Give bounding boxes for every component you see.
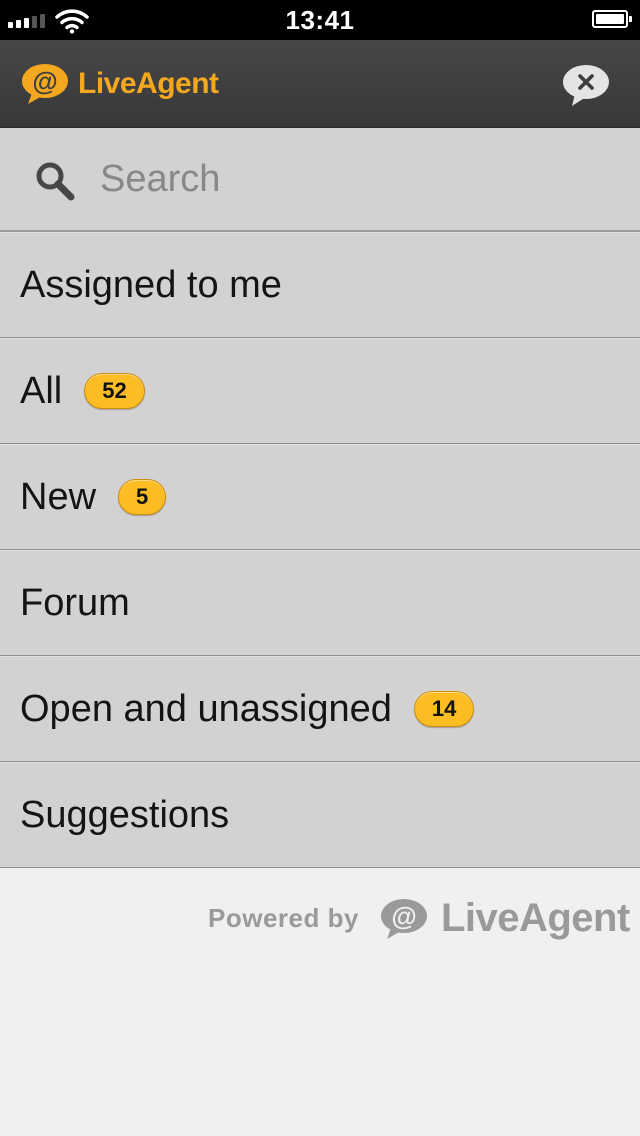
svg-text:@: @ (32, 66, 57, 96)
count-badge: 52 (84, 373, 145, 409)
app-header: @ LiveAgent (0, 40, 640, 128)
menu-item-suggestions[interactable]: Suggestions (0, 762, 640, 868)
menu-item-label: New (20, 475, 97, 518)
at-speech-bubble-icon: @ (22, 64, 68, 104)
close-chat-button[interactable] (560, 62, 612, 108)
search-input[interactable] (100, 148, 600, 210)
status-bar: 13:41 (0, 0, 640, 40)
powered-by-brand: LiveAgent (440, 896, 630, 940)
menu-item-label: Forum (20, 581, 130, 624)
menu-item-label: All (20, 369, 63, 412)
powered-by-footer: Powered by @ LiveAgent (208, 896, 630, 941)
menu-item-new[interactable]: New 5 (0, 444, 640, 550)
count-badge: 5 (118, 479, 167, 515)
count-badge: 14 (413, 691, 475, 727)
search-icon (36, 162, 75, 201)
app-logo: @ LiveAgent (20, 62, 219, 106)
menu-item-assigned-to-me[interactable]: Assigned to me (0, 232, 640, 338)
menu-item-label: Open and unassigned (20, 687, 392, 730)
powered-by-text: Powered by (208, 903, 359, 933)
status-time: 13:41 (285, 5, 355, 35)
close-chat-icon (563, 65, 609, 106)
menu-item-all[interactable]: All 52 (0, 338, 640, 444)
menu-item-forum[interactable]: Forum (0, 550, 640, 656)
menu-item-label: Assigned to me (20, 263, 282, 306)
svg-text:@: @ (391, 901, 416, 931)
liveagent-logo-icon: @ (380, 898, 427, 939)
filter-menu: Assigned to me All 52 New 5 Forum Open and una… (0, 232, 640, 868)
menu-item-label: Suggestions (20, 793, 230, 836)
menu-item-open-and-unassigned[interactable]: Open and unassigned 14 (0, 656, 640, 762)
battery-icon (592, 10, 632, 28)
logo-text: LiveAgent (78, 67, 219, 100)
